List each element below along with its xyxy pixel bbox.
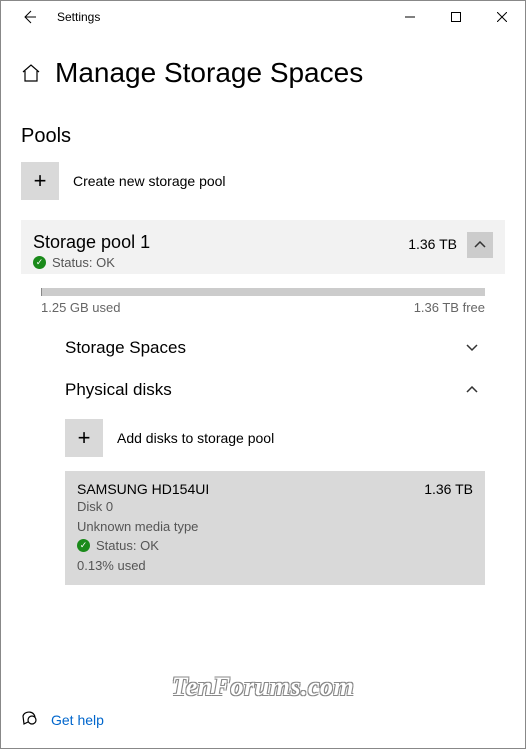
window-title: Settings bbox=[57, 10, 100, 24]
usage-used: 1.25 GB used bbox=[41, 300, 121, 315]
pools-heading: Pools bbox=[21, 125, 505, 148]
usage-bar bbox=[41, 288, 485, 296]
status-ok-icon: ✓ bbox=[77, 539, 90, 552]
disk-used: 0.13% used bbox=[77, 556, 473, 576]
add-disks-label: Add disks to storage pool bbox=[117, 430, 274, 446]
close-button[interactable] bbox=[479, 1, 525, 33]
plus-icon: + bbox=[21, 162, 59, 200]
collapse-disks-button[interactable] bbox=[459, 377, 485, 403]
disk-card[interactable]: SAMSUNG HD154UI 1.36 TB Disk 0 Unknown m… bbox=[65, 471, 485, 585]
usage-free: 1.36 TB free bbox=[414, 300, 485, 315]
page-title: Manage Storage Spaces bbox=[55, 57, 363, 89]
expand-spaces-button[interactable] bbox=[459, 335, 485, 361]
pool-size: 1.36 TB bbox=[408, 236, 457, 252]
storage-spaces-label: Storage Spaces bbox=[65, 338, 186, 358]
create-pool-label: Create new storage pool bbox=[73, 173, 226, 189]
watermark: TenForums.com bbox=[172, 672, 355, 702]
pool-name: Storage pool 1 bbox=[33, 232, 408, 253]
help-icon bbox=[21, 709, 39, 730]
disk-name: SAMSUNG HD154UI bbox=[77, 481, 209, 497]
disk-size: 1.36 TB bbox=[424, 481, 473, 497]
minimize-button[interactable] bbox=[387, 1, 433, 33]
disk-id: Disk 0 bbox=[77, 497, 473, 517]
storage-spaces-section[interactable]: Storage Spaces bbox=[21, 327, 505, 369]
collapse-pool-button[interactable] bbox=[467, 232, 493, 258]
add-disks-row[interactable]: + Add disks to storage pool bbox=[21, 411, 505, 471]
get-help-link[interactable]: Get help bbox=[51, 712, 104, 728]
plus-icon: + bbox=[65, 419, 103, 457]
create-pool-row[interactable]: + Create new storage pool bbox=[21, 162, 505, 200]
pool-card: Storage pool 1 ✓ Status: OK 1.36 TB bbox=[21, 220, 505, 274]
pool-status: Status: OK bbox=[52, 255, 115, 270]
home-icon[interactable] bbox=[21, 63, 41, 83]
maximize-button[interactable] bbox=[433, 1, 479, 33]
physical-disks-label: Physical disks bbox=[65, 380, 172, 400]
disk-media: Unknown media type bbox=[77, 517, 473, 537]
back-button[interactable] bbox=[9, 1, 49, 33]
disk-status: Status: OK bbox=[96, 536, 159, 556]
physical-disks-section[interactable]: Physical disks bbox=[21, 369, 505, 411]
status-ok-icon: ✓ bbox=[33, 256, 46, 269]
usage-fill bbox=[41, 288, 42, 296]
